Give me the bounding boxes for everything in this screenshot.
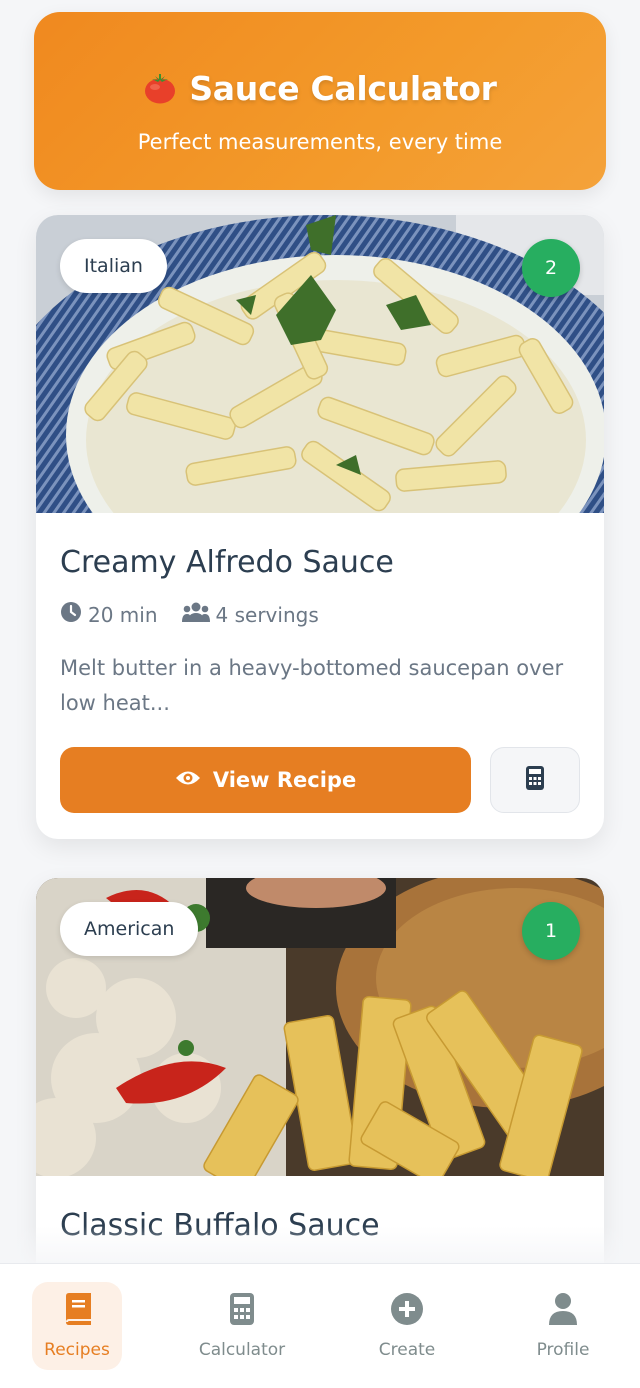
page-subtitle: Perfect measurements, every time xyxy=(137,130,503,154)
header-title-row: Sauce Calculator xyxy=(34,64,606,112)
servings-label: 4 servings xyxy=(215,602,319,627)
view-recipe-button[interactable]: View Recipe xyxy=(60,747,471,813)
eye-icon xyxy=(175,768,201,792)
cuisine-badge: American xyxy=(60,902,199,956)
nav-item-create[interactable]: Create xyxy=(362,1282,452,1370)
page-title: Sauce Calculator xyxy=(189,68,497,108)
count-badge: 1 xyxy=(522,902,580,960)
clock-icon xyxy=(60,601,82,628)
servings-meta: 4 servings xyxy=(181,601,319,628)
users-icon xyxy=(181,601,210,628)
recipe-meta: 20 min 4 servings xyxy=(60,601,335,628)
user-icon xyxy=(549,1292,577,1330)
recipe-image: American 1 xyxy=(36,878,604,1176)
calculator-icon xyxy=(230,1292,254,1330)
nav-label: Profile xyxy=(536,1339,590,1360)
recipe-image: Italian 2 xyxy=(36,215,604,513)
recipe-card[interactable]: Italian 2 Creamy Alfredo Sauce 20 min 4 … xyxy=(36,215,604,839)
count-badge: 2 xyxy=(522,239,580,297)
cuisine-badge: Italian xyxy=(60,239,167,293)
recipe-title: Creamy Alfredo Sauce xyxy=(60,545,394,580)
app-header: Sauce Calculator Perfect measurements, e… xyxy=(34,12,606,190)
recipe-description: Melt butter in a heavy-bottomed saucepan… xyxy=(60,656,564,715)
nav-label: Recipes xyxy=(44,1339,110,1360)
nav-item-profile[interactable]: Profile xyxy=(518,1282,608,1370)
book-icon xyxy=(63,1292,91,1330)
nav-label: Calculator xyxy=(198,1339,286,1360)
calculator-icon xyxy=(526,766,544,794)
bottom-nav: Recipes Calculator Create Profile xyxy=(0,1263,640,1388)
plus-circle-icon xyxy=(391,1292,423,1330)
nav-item-recipes[interactable]: Recipes xyxy=(32,1282,122,1370)
calculate-button[interactable] xyxy=(490,747,580,813)
nav-item-calculator[interactable]: Calculator xyxy=(197,1282,287,1370)
tomato-icon xyxy=(143,71,177,105)
view-recipe-label: View Recipe xyxy=(212,768,357,792)
time-label: 20 min xyxy=(88,602,158,627)
nav-label: Create xyxy=(378,1339,436,1360)
scroll-fade xyxy=(0,1226,640,1266)
time-meta: 20 min xyxy=(60,601,158,628)
